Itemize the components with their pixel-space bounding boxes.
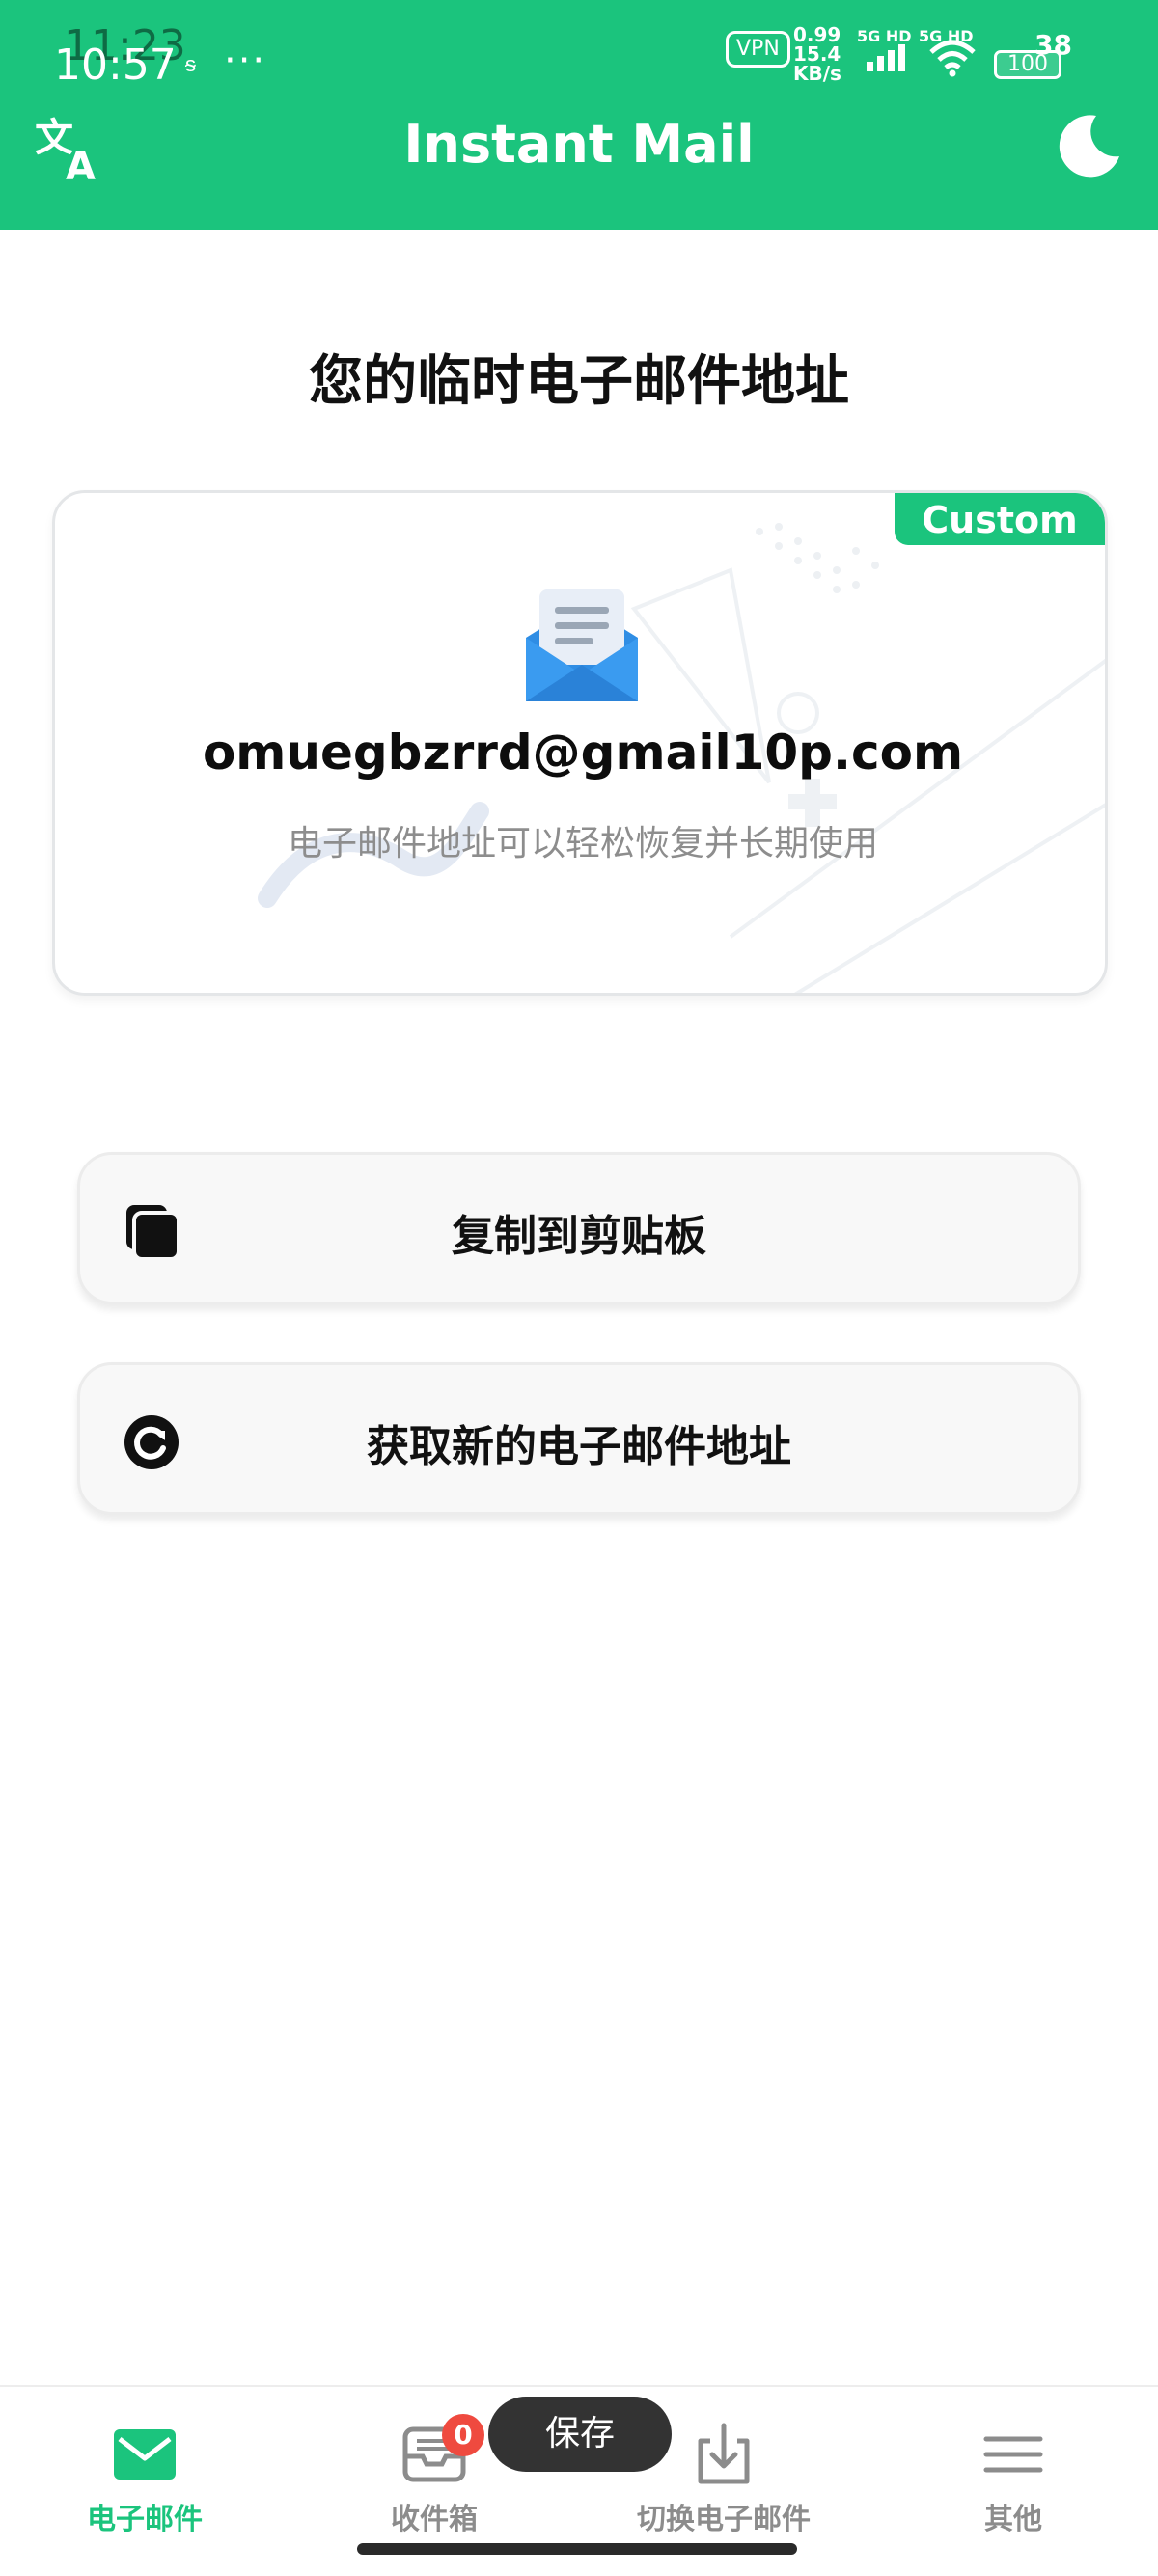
save-chip[interactable]: 保存 [488,2397,672,2472]
battery-ghost: 38 [1034,29,1072,61]
inbox-count-badge: 0 [442,2414,484,2456]
envelope-icon [526,589,638,701]
more-notifications-icon: ··· [224,39,267,83]
copy-to-clipboard-button[interactable]: 复制到剪贴板 [77,1152,1081,1304]
status-time: 10:57 [54,41,177,90]
rate-top: 0.99 [793,23,841,46]
status-bar: 11:23 10:57 ᵴ ··· VPN 0.99 15.4 KB/s 5G … [0,0,1158,96]
app-header: 11:23 10:57 ᵴ ··· VPN 0.99 15.4 KB/s 5G … [0,0,1158,230]
nav-item-other[interactable]: 其他 [897,2387,1129,2541]
page-title: 您的临时电子邮件地址 [309,350,849,413]
notification-icon: ᵴ [185,53,196,77]
rate-value: 15.4 [793,42,841,66]
signal-label-1: 5G HD [857,27,912,45]
network-rate: 0.99 15.4 KB/s [793,25,841,83]
signal-bars-1-icon [867,44,905,71]
wifi-icon [929,40,976,77]
app-title: Instant Mail [403,114,755,175]
new-email-button-label: 获取新的电子邮件地址 [367,1422,791,1471]
email-address[interactable]: omuegbzrrd@gmail10p.com [55,725,1105,781]
custom-badge: Custom [895,493,1105,545]
vpn-indicator: VPN [726,31,790,68]
nav-label-switch-email: 切换电子邮件 [637,2503,811,2536]
new-email-button[interactable]: 获取新的电子邮件地址 [77,1362,1081,1515]
rate-unit: KB/s [793,62,841,85]
nav-label-email: 电子邮件 [87,2503,203,2536]
email-card: Custom omuegbzrrd@gmail10p.com 电子邮件地址可以轻… [52,490,1108,996]
download-icon [698,2423,750,2484]
nav-label-other: 其他 [984,2503,1042,2536]
home-indicator[interactable] [357,2543,797,2555]
moon-icon[interactable] [1056,112,1123,179]
email-subtitle: 电子邮件地址可以轻松恢复并长期使用 [287,824,878,863]
nav-item-email[interactable]: 电子邮件 [29,2387,261,2541]
copy-button-label: 复制到剪贴板 [452,1212,706,1261]
menu-icon [983,2436,1043,2473]
mail-icon [114,2429,176,2480]
nav-label-inbox: 收件箱 [391,2503,478,2536]
